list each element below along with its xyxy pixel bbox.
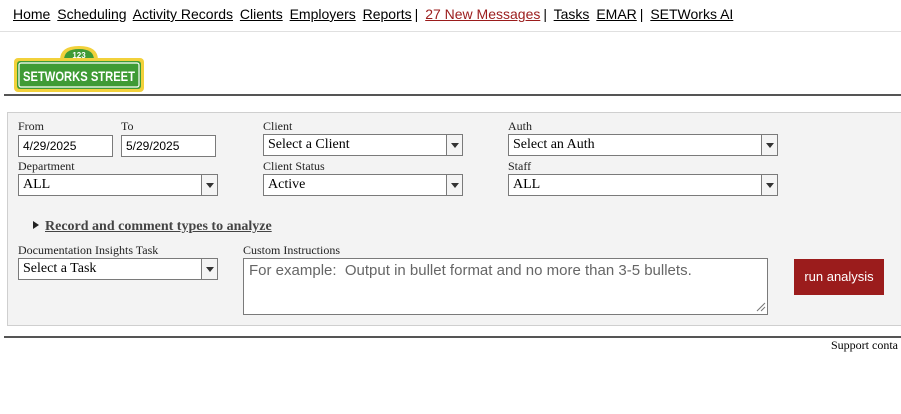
logo-text: SETWORKS STREET — [23, 68, 135, 84]
chevron-down-icon — [761, 135, 777, 155]
nav-employers[interactable]: Employers — [290, 6, 356, 22]
setworks-street-logo[interactable]: 123 SETWORKS STREET — [14, 44, 144, 92]
to-date-input[interactable]: 5/29/2025 — [121, 135, 216, 157]
staff-select[interactable]: ALL — [508, 174, 778, 196]
nav-separator: | — [414, 6, 419, 22]
footer-divider — [4, 336, 901, 338]
auth-select-value: Select an Auth — [513, 137, 595, 152]
client-status-select[interactable]: Active — [263, 174, 463, 196]
auth-label: Auth — [508, 119, 532, 133]
nav-reports[interactable]: Reports — [363, 6, 412, 22]
department-select-value: ALL — [23, 177, 51, 192]
chevron-down-icon — [446, 175, 462, 195]
client-label: Client — [263, 119, 293, 133]
custom-instructions-label: Custom Instructions — [243, 243, 341, 257]
support-contact-text: Support conta — [831, 338, 898, 352]
header-divider — [4, 94, 901, 96]
staff-label: Staff — [508, 159, 532, 173]
client-status-label: Client Status — [263, 159, 325, 173]
nav-divider — [0, 31, 901, 32]
record-types-toggle[interactable]: Record and comment types to analyze — [33, 219, 272, 235]
department-select[interactable]: ALL — [18, 174, 218, 196]
to-label: To — [121, 119, 134, 133]
client-select-value: Select a Client — [268, 137, 350, 152]
chevron-down-icon — [446, 135, 462, 155]
from-date-input[interactable]: 4/29/2025 — [18, 135, 113, 157]
staff-select-value: ALL — [513, 177, 541, 192]
task-select[interactable]: Select a Task — [18, 258, 218, 280]
nav-scheduling[interactable]: Scheduling — [57, 6, 126, 22]
street-sign-icon: 123 SETWORKS STREET — [14, 46, 144, 92]
task-label: Documentation Insights Task — [18, 243, 159, 257]
nav-home[interactable]: Home — [13, 6, 50, 22]
nav-activity-records[interactable]: Activity Records — [133, 6, 233, 22]
nav-separator: | — [639, 6, 644, 22]
chevron-down-icon — [201, 175, 217, 195]
chevron-down-icon — [201, 259, 217, 279]
nav-tasks[interactable]: Tasks — [554, 6, 590, 22]
nav-emar[interactable]: EMAR — [596, 6, 636, 22]
nav-clients[interactable]: Clients — [240, 6, 283, 22]
client-status-select-value: Active — [268, 177, 306, 192]
record-types-toggle-label: Record and comment types to analyze — [45, 219, 272, 234]
top-nav: Home Scheduling Activity Records Clients… — [13, 6, 736, 24]
task-select-value: Select a Task — [23, 261, 97, 276]
custom-instructions-input[interactable] — [243, 258, 768, 315]
auth-select[interactable]: Select an Auth — [508, 134, 778, 156]
nav-messages[interactable]: 27 New Messages — [425, 6, 540, 22]
nav-setworks-ai[interactable]: SETWorks AI — [650, 6, 733, 22]
nav-separator: | — [543, 6, 547, 22]
triangle-right-icon — [33, 221, 39, 229]
from-label: From — [18, 119, 45, 133]
department-label: Department — [18, 159, 75, 173]
client-select[interactable]: Select a Client — [263, 134, 463, 156]
chevron-down-icon — [761, 175, 777, 195]
run-analysis-button[interactable]: run analysis — [794, 259, 884, 295]
